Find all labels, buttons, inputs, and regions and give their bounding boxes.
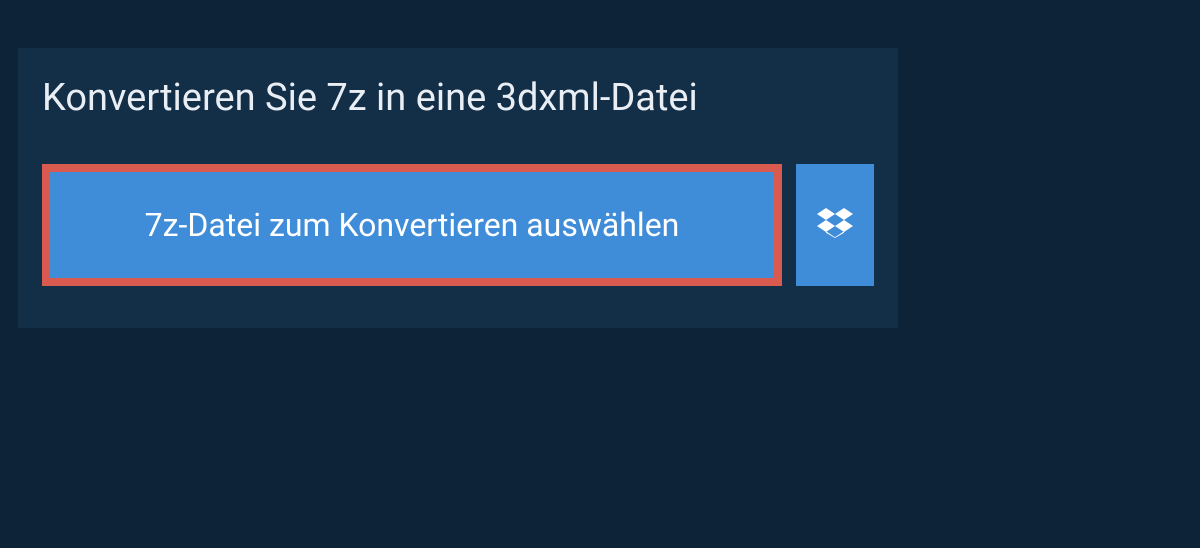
select-file-button[interactable]: 7z-Datei zum Konvertieren auswählen [42, 164, 782, 286]
converter-panel: Konvertieren Sie 7z in eine 3dxml-Datei … [18, 48, 898, 328]
dropbox-button[interactable] [796, 164, 874, 286]
select-file-label: 7z-Datei zum Konvertieren auswählen [145, 206, 680, 244]
page-title: Konvertieren Sie 7z in eine 3dxml-Datei [18, 48, 898, 164]
dropbox-icon [817, 205, 853, 245]
button-row: 7z-Datei zum Konvertieren auswählen [18, 164, 898, 286]
